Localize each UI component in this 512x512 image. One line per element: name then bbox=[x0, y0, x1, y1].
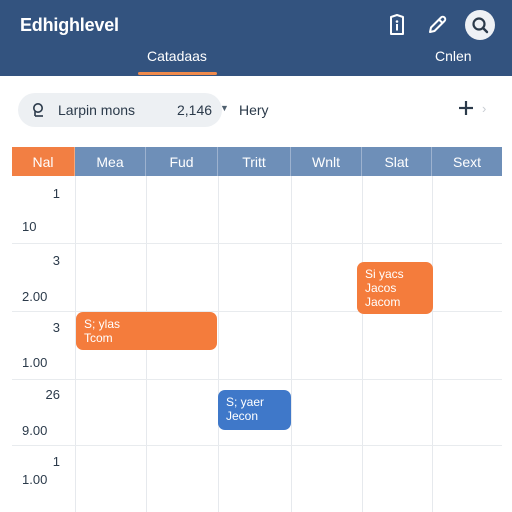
search-icon bbox=[472, 17, 489, 34]
pencil-icon bbox=[429, 15, 447, 33]
search-button[interactable] bbox=[465, 10, 495, 40]
grid-divider bbox=[12, 379, 502, 380]
column-header[interactable]: Wnlt bbox=[291, 147, 362, 176]
grid-divider bbox=[12, 243, 502, 244]
event-title: S; ylas bbox=[84, 317, 121, 331]
time-label: 1 bbox=[52, 186, 60, 201]
info-icon bbox=[390, 14, 404, 35]
time-label: 3 bbox=[52, 253, 60, 268]
calendar-grid: Nal Mea Fud Tritt Wnlt Slat Sext 1 10 3 … bbox=[12, 147, 502, 512]
app-title: Edhighlevel bbox=[20, 15, 119, 35]
toolbar: Larpin mons 2,146 ▼ Hery › bbox=[0, 76, 512, 144]
grid-divider bbox=[291, 176, 292, 512]
calendar-event[interactable]: S; yaer Jecon bbox=[218, 390, 291, 430]
column-header[interactable]: Sext bbox=[432, 147, 502, 176]
event-detail: Jacos bbox=[365, 281, 397, 295]
column-header[interactable]: Tritt bbox=[218, 147, 291, 176]
time-label: 3 bbox=[52, 320, 60, 335]
time-label: 10 bbox=[22, 219, 37, 234]
column-header[interactable]: Mea bbox=[75, 147, 146, 176]
app-header: Edhighlevel Catadaas Cnlen bbox=[0, 0, 512, 76]
tab-catadaas[interactable]: Catadaas bbox=[147, 48, 207, 64]
grid-divider bbox=[432, 176, 433, 512]
plus-icon bbox=[459, 101, 473, 115]
column-header[interactable]: Slat bbox=[362, 147, 432, 176]
active-tab-indicator bbox=[138, 72, 217, 75]
tab-cnlen[interactable]: Cnlen bbox=[435, 48, 472, 64]
column-header[interactable]: Nal bbox=[12, 147, 75, 176]
filter-dropdown[interactable]: Larpin mons 2,146 ▼ bbox=[18, 93, 229, 127]
calendar-event[interactable]: S; ylas Tcom bbox=[76, 312, 217, 350]
time-label: 1.00 bbox=[22, 472, 48, 487]
chevron-right-icon[interactable]: › bbox=[482, 101, 486, 116]
add-button[interactable] bbox=[455, 97, 477, 119]
event-title: Si yacs bbox=[365, 267, 404, 281]
event-detail: Jacom bbox=[365, 295, 401, 309]
time-label: 1.00 bbox=[22, 355, 48, 370]
edit-button[interactable] bbox=[422, 10, 452, 40]
event-title: S; yaer bbox=[226, 395, 265, 409]
filter-count: 2,146 bbox=[177, 102, 213, 118]
info-button[interactable] bbox=[382, 10, 412, 40]
filter-label: Larpin mons bbox=[58, 102, 136, 118]
time-label: 26 bbox=[45, 387, 60, 402]
grid-divider bbox=[218, 176, 219, 512]
toolbar-link[interactable]: Hery bbox=[239, 102, 269, 118]
time-label: 2.00 bbox=[22, 289, 48, 304]
event-detail: Tcom bbox=[84, 331, 113, 345]
event-detail: Jecon bbox=[226, 409, 259, 423]
time-label: 1 bbox=[52, 454, 60, 469]
time-label: 9.00 bbox=[22, 423, 48, 438]
search-icon bbox=[32, 102, 46, 123]
grid-divider bbox=[362, 176, 363, 512]
chevron-down-icon: ▼ bbox=[220, 103, 229, 113]
grid-divider bbox=[12, 445, 502, 446]
calendar-event[interactable]: Si yacs Jacos Jacom bbox=[357, 262, 433, 314]
column-header[interactable]: Fud bbox=[146, 147, 218, 176]
